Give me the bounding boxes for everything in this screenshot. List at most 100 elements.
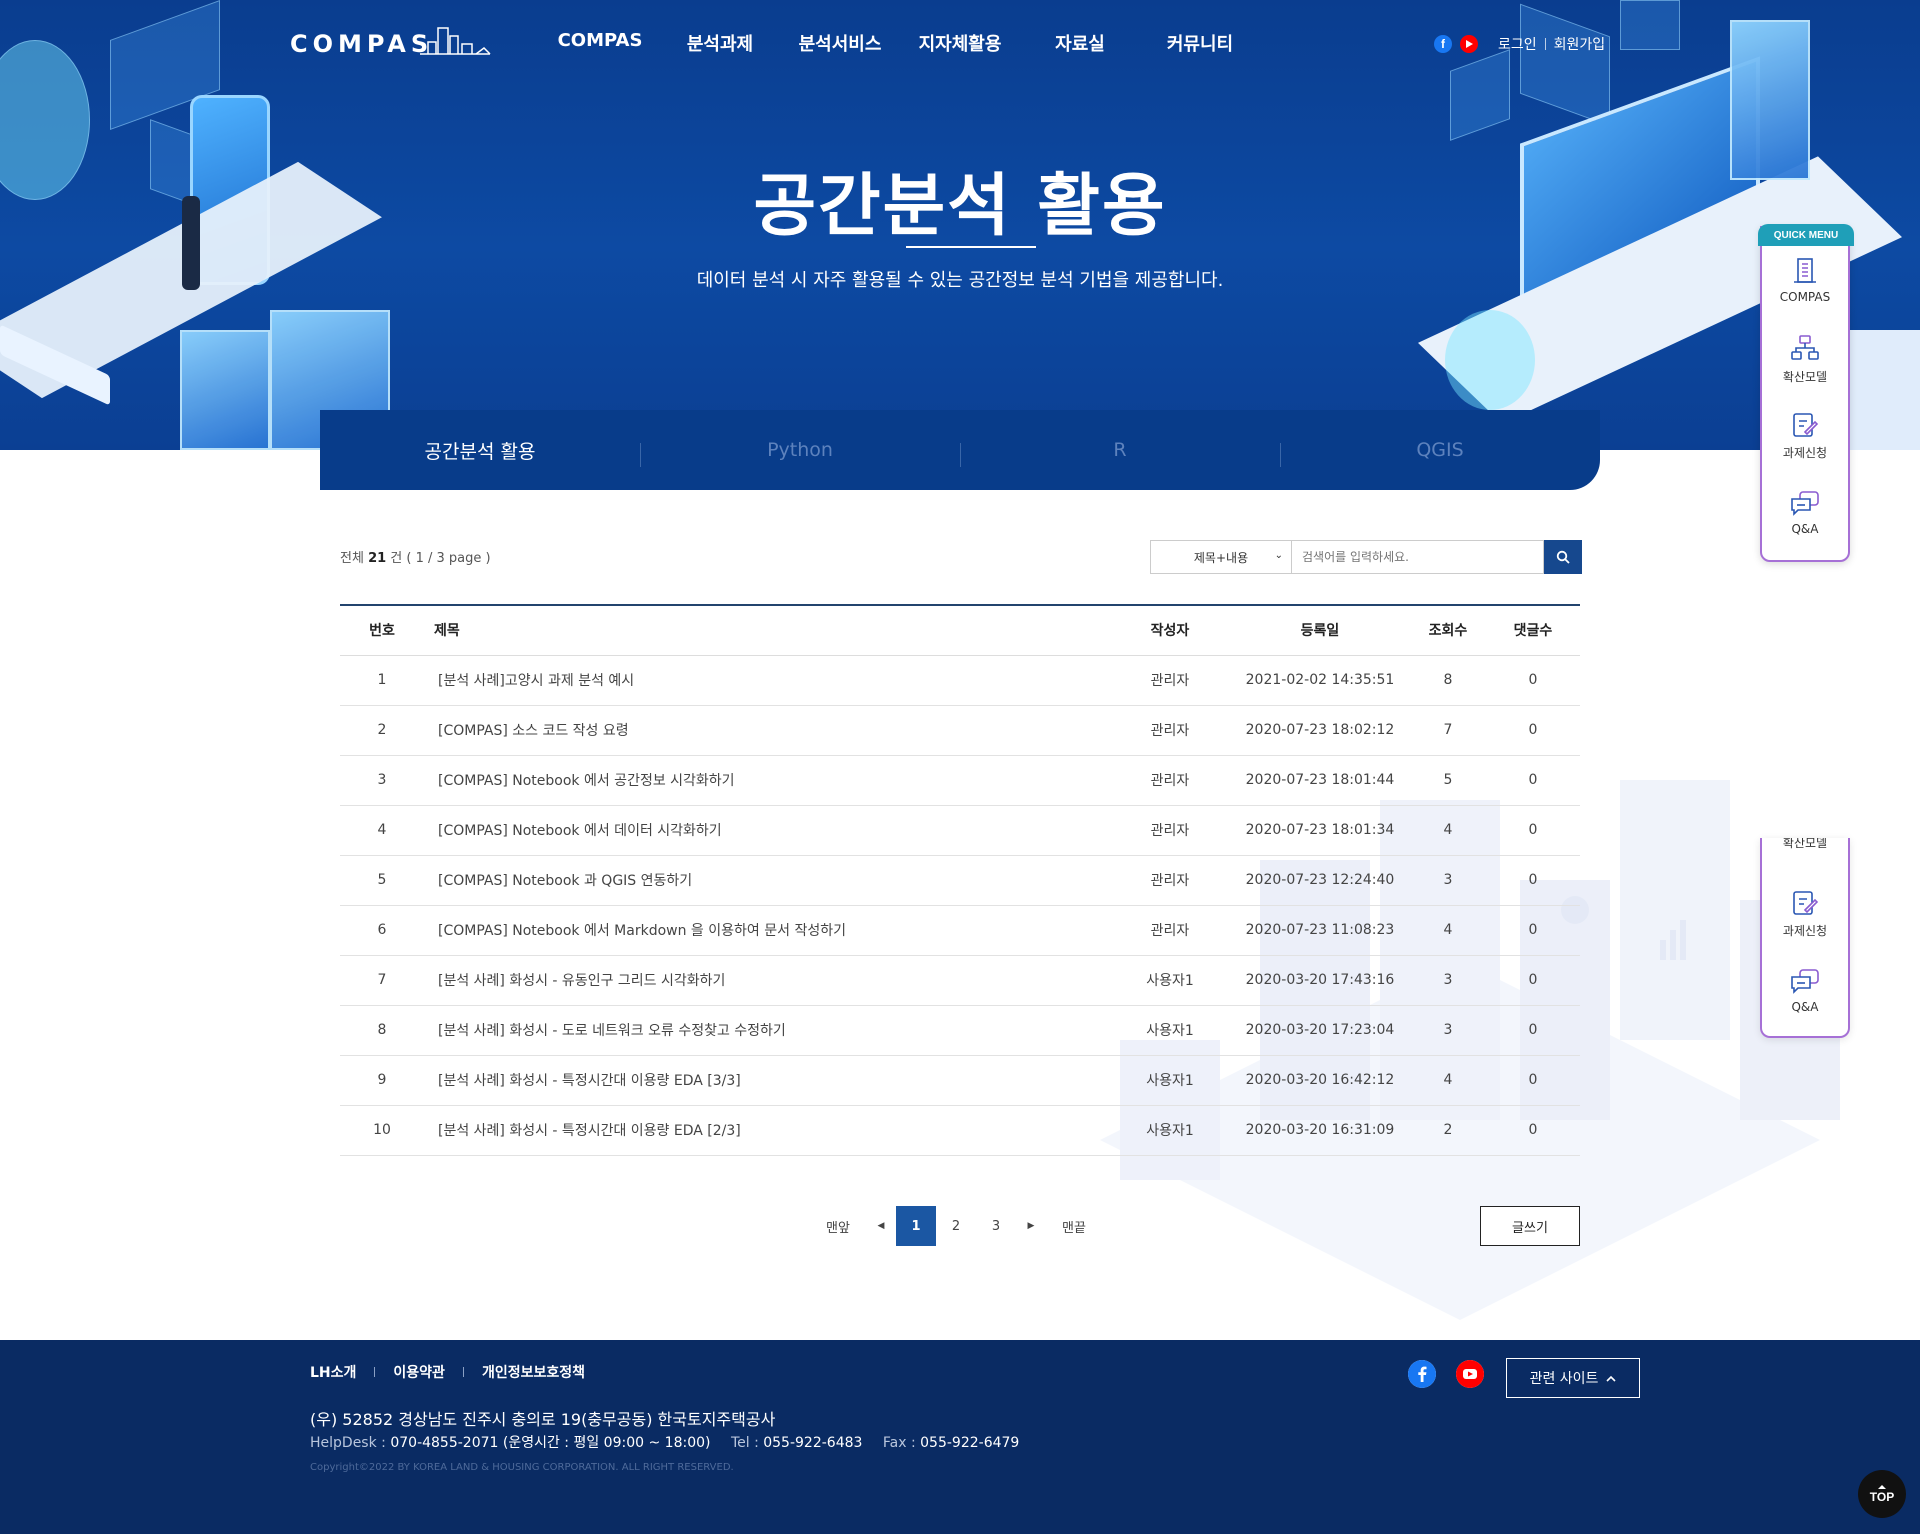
row-comments: 0 (1486, 1055, 1580, 1106)
helpdesk-label: HelpDesk : (310, 1435, 386, 1451)
row-number: 6 (340, 905, 424, 956)
table-row[interactable]: 2 [COMPAS] 소스 코드 작성 요령 관리자 2020-07-23 18:02… (340, 705, 1580, 756)
edit-document-icon (1793, 413, 1819, 437)
page-next-icon[interactable]: ▶ (1016, 1221, 1046, 1231)
total-count: 전체 21 건 ( 1 / 3 page ) (340, 547, 491, 566)
edit-document-icon (1793, 891, 1819, 915)
row-author: 사용자1 (1110, 955, 1230, 1006)
scroll-top-button[interactable]: TOP (1858, 1470, 1906, 1518)
row-title[interactable]: [분석 사례]고양시 과제 분석 예시 (424, 655, 1110, 706)
search-button[interactable] (1544, 540, 1582, 574)
col-author: 작성자 (1110, 605, 1230, 656)
row-title[interactable]: [COMPAS] 소스 코드 작성 요령 (424, 705, 1110, 756)
col-number: 번호 (340, 605, 424, 656)
tab-spatial-analysis[interactable]: 공간분석 활용 (320, 437, 640, 464)
footer-link-terms[interactable]: 이용약관 (393, 1362, 445, 1382)
search-type-select[interactable]: 제목+내용 ⌄ (1150, 540, 1292, 574)
chat-bubbles-icon (1791, 491, 1819, 516)
table-row[interactable]: 5 [COMPAS] Notebook 과 QGIS 연동하기 관리자 2020-07… (340, 855, 1580, 906)
network-icon (1791, 335, 1819, 360)
row-author: 관리자 (1110, 655, 1230, 706)
signup-link[interactable]: 회원가입 (1554, 34, 1606, 54)
table-row[interactable]: 9 [분석 사례] 화성시 - 특정시간대 이용량 EDA [3/3] 사용자1 20… (340, 1055, 1580, 1106)
table-row[interactable]: 7 [분석 사례] 화성시 - 유동인구 그리드 시각화하기 사용자1 2020-03… (340, 955, 1580, 1006)
quick-menu: QUICK MENU COMPAS 확산모델 과제신청 Q&A (1758, 224, 1854, 562)
site-logo[interactable]: COMPAS (290, 30, 433, 58)
table-row[interactable]: 6 [COMPAS] Notebook 에서 Markdown 을 이용하여 문서… (340, 905, 1580, 956)
footer-link-privacy[interactable]: 개인정보보호정책 (482, 1362, 585, 1382)
row-author: 관리자 (1110, 905, 1230, 956)
table-row[interactable]: 8 [분석 사례] 화성시 - 도로 네트워크 오류 수정찾고 수정하기 사용자1 2… (340, 1005, 1580, 1056)
page-3[interactable]: 3 (976, 1206, 1016, 1246)
row-author: 사용자1 (1110, 1105, 1230, 1156)
nav-compas[interactable]: COMPAS (540, 30, 660, 56)
table-row[interactable]: 3 [COMPAS] Notebook 에서 공간정보 시각화하기 관리자 2020-… (340, 755, 1580, 806)
tab-r[interactable]: R (960, 439, 1280, 467)
row-number: 3 (340, 755, 424, 806)
page-1[interactable]: 1 (896, 1206, 936, 1246)
search-icon (1556, 550, 1570, 564)
tel-label: Tel : (730, 1435, 759, 1451)
tab-python[interactable]: Python (640, 439, 960, 467)
nav-archive[interactable]: 자료실 (1020, 30, 1140, 56)
nav-analysis-service[interactable]: 분석서비스 (780, 30, 900, 56)
row-title[interactable]: [분석 사례] 화성시 - 특정시간대 이용량 EDA [3/3] (424, 1055, 1110, 1106)
row-date: 2020-03-20 16:42:12 (1230, 1055, 1410, 1106)
page-first[interactable]: 맨앞 (810, 1217, 866, 1236)
row-title[interactable]: [분석 사례] 화성시 - 특정시간대 이용량 EDA [2/3] (424, 1105, 1110, 1156)
col-views: 조회수 (1410, 605, 1486, 656)
row-date: 2020-07-23 18:01:44 (1230, 755, 1410, 806)
quick-item-compas[interactable]: COMPAS (1762, 256, 1848, 304)
logo-skyline-icon (420, 27, 491, 55)
youtube-icon[interactable] (1460, 35, 1478, 53)
nav-community[interactable]: 커뮤니티 (1140, 30, 1260, 56)
youtube-icon[interactable] (1456, 1360, 1484, 1388)
search-input[interactable] (1292, 540, 1544, 574)
facebook-icon[interactable] (1408, 1360, 1436, 1388)
row-author: 사용자1 (1110, 1055, 1230, 1106)
quick-item-apply[interactable]: 과제신청 (1762, 412, 1848, 461)
table-row[interactable]: 1 [분석 사례]고양시 과제 분석 예시 관리자 2021-02-02 14:35:… (340, 655, 1580, 706)
footer-link-lh[interactable]: LH소개 (310, 1362, 356, 1382)
page-last[interactable]: 맨끝 (1046, 1217, 1102, 1236)
ghost-item-qna[interactable]: Q&A (1762, 968, 1848, 1014)
nav-local-gov[interactable]: 지자체활용 (900, 30, 1020, 56)
row-title[interactable]: [COMPAS] Notebook 에서 Markdown 을 이용하여 문서 … (424, 905, 1110, 956)
page-2[interactable]: 2 (936, 1206, 976, 1246)
row-number: 8 (340, 1005, 424, 1056)
row-title[interactable]: [COMPAS] Notebook 에서 공간정보 시각화하기 (424, 755, 1110, 806)
total-prefix: 전체 (340, 551, 364, 566)
row-title[interactable]: [분석 사례] 화성시 - 유동인구 그리드 시각화하기 (424, 955, 1110, 1006)
row-date: 2020-07-23 11:08:23 (1230, 905, 1410, 956)
col-date: 등록일 (1230, 605, 1410, 656)
quick-item-diffusion[interactable]: 확산모델 (1762, 334, 1848, 385)
row-number: 1 (340, 655, 424, 706)
tab-qgis[interactable]: QGIS (1280, 439, 1600, 467)
nav-analysis-task[interactable]: 분석과제 (660, 30, 780, 56)
row-views: 2 (1410, 1105, 1486, 1156)
building-icon (1794, 258, 1816, 283)
facebook-icon[interactable]: f (1434, 35, 1452, 53)
copyright: Copyright©2022 BY KOREA LAND & HOUSING C… (310, 1462, 734, 1473)
page-prev-icon[interactable]: ◀ (866, 1221, 896, 1231)
row-date: 2020-03-20 16:31:09 (1230, 1105, 1410, 1156)
login-link[interactable]: 로그인 (1498, 34, 1537, 54)
related-sites-button[interactable]: 관련 사이트 (1506, 1358, 1640, 1398)
write-button[interactable]: 글쓰기 (1480, 1206, 1580, 1246)
utility-links: f 로그인 회원가입 (1434, 34, 1605, 54)
search-type-value: 제목+내용 (1193, 550, 1249, 565)
table-row[interactable]: 10 [분석 사례] 화성시 - 특정시간대 이용량 EDA [2/3] 사용자1 2… (340, 1105, 1580, 1156)
main-nav: COMPAS 분석과제 분석서비스 지자체활용 자료실 커뮤니티 (540, 30, 1260, 56)
chevron-down-icon: ⌄ (1274, 550, 1283, 561)
helpdesk-value: 070-4855-2071 (운영시간 : 평일 09:00 ~ 18:00) (390, 1435, 711, 1451)
table-row[interactable]: 4 [COMPAS] Notebook 에서 데이터 시각화하기 관리자 2020-0… (340, 805, 1580, 856)
chevron-up-icon (1606, 1375, 1616, 1382)
row-title[interactable]: [분석 사례] 화성시 - 도로 네트워크 오류 수정찾고 수정하기 (424, 1005, 1110, 1056)
row-title[interactable]: [COMPAS] Notebook 과 QGIS 연동하기 (424, 855, 1110, 906)
util-divider (1544, 38, 1546, 50)
quick-item-qna[interactable]: Q&A (1762, 490, 1848, 536)
row-title[interactable]: [COMPAS] Notebook 에서 데이터 시각화하기 (424, 805, 1110, 856)
footer: LH소개 이용약관 개인정보보호정책 (우) 52852 경상남도 진주시 충의… (0, 1340, 1920, 1534)
row-views: 4 (1410, 1055, 1486, 1106)
ghost-item-apply[interactable]: 과제신청 (1762, 890, 1848, 939)
